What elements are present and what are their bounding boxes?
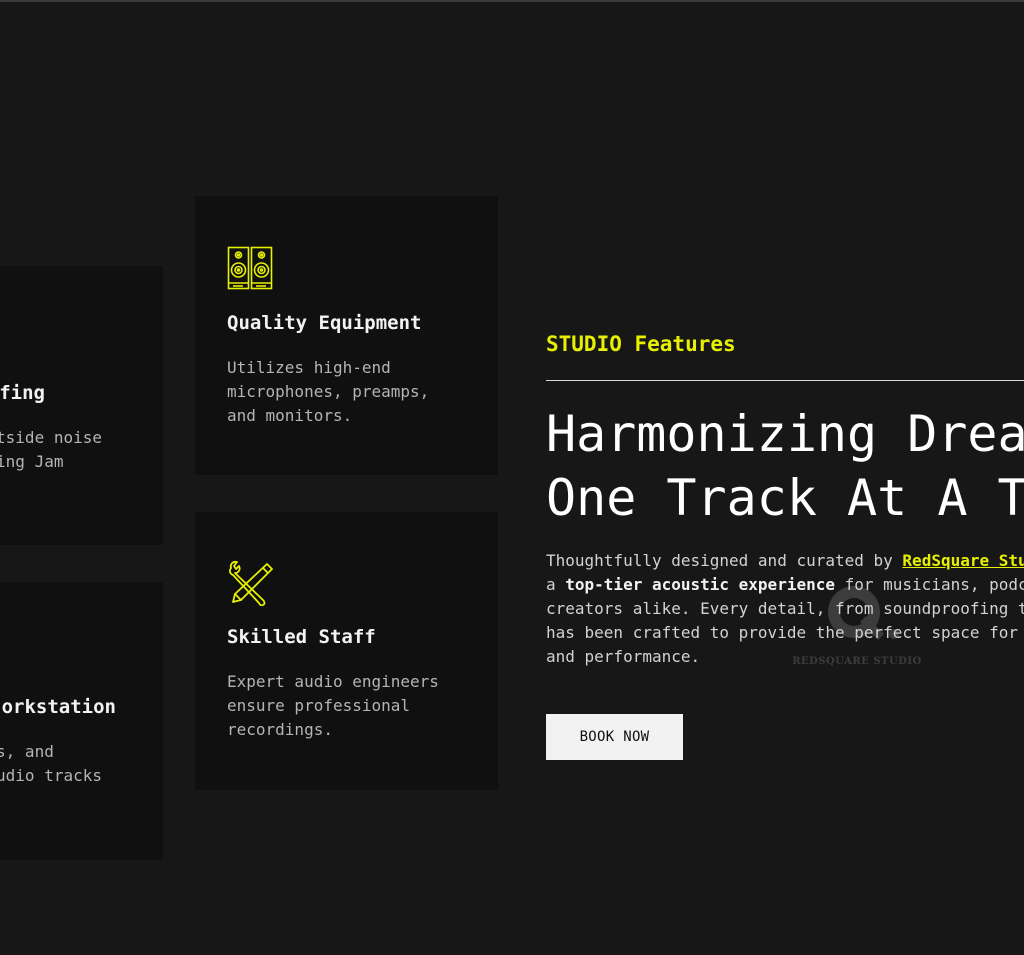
feature-desc-line: recordings. (227, 720, 333, 739)
book-now-button[interactable]: BOOK NOW (546, 714, 683, 760)
section-divider (546, 380, 1024, 381)
section-eyebrow: STUDIO Features (546, 332, 736, 356)
body-line: a top-tier acoustic experience for music… (546, 573, 1024, 597)
section-body: Thoughtfully designed and curated by Red… (546, 549, 1024, 669)
feature-desc-line: s, and (0, 742, 54, 761)
feature-card-title: Quality Equipment (227, 312, 422, 334)
feature-desc-line: Expert audio engineers (227, 672, 439, 691)
feature-desc-line: ing Jam (0, 452, 64, 471)
body-text-segment: Thoughtfully designed and curated by (546, 551, 903, 570)
feature-card-desc: s, and udio tracks (0, 740, 102, 788)
top-border (0, 0, 1024, 2)
feature-desc-line: tside noise (0, 428, 102, 447)
feature-card-desc: Expert audio engineers ensure profession… (227, 670, 467, 742)
body-text-segment: for musicians, podcasters and (844, 575, 1024, 594)
feature-desc-line: ensure professional (227, 696, 411, 715)
feature-card-title: ofing (0, 382, 45, 404)
body-line: creators alike. Every detail, from sound… (546, 599, 1024, 618)
feature-card-soundproofing: ofing tside noise ing Jam (0, 266, 163, 545)
feature-card-workstation: orkstation s, and udio tracks (0, 582, 163, 860)
feature-desc-line: Utilizes high-end (227, 358, 391, 377)
feature-card-skilled-staff: Skilled Staff Expert audio engineers ens… (195, 512, 498, 790)
feature-card-title: orkstation (1, 696, 116, 718)
speakers-icon (227, 246, 275, 292)
body-line: and performance. (546, 647, 701, 666)
body-line: Thoughtfully designed and curated by Red… (546, 549, 1024, 573)
feature-card-desc: Utilizes high-end microphones, preamps, … (227, 356, 467, 428)
heading-line: One Track At A Time (546, 469, 1024, 527)
tools-icon (227, 560, 275, 607)
feature-desc-line: udio tracks (0, 766, 102, 785)
studio-link[interactable]: RedSquare Studio (902, 551, 1024, 570)
feature-card-quality-equipment: Quality Equipment Utilizes high-end micr… (195, 196, 498, 475)
feature-desc-line: and monitors. (227, 406, 353, 425)
section-heading: Harmonizing Dreams, One Track At A Time (546, 402, 1024, 530)
body-text-segment: a (546, 575, 566, 594)
feature-desc-line: microphones, preamps, (227, 382, 430, 401)
body-strong: top-tier acoustic experience (565, 575, 835, 594)
page: ofing tside noise ing Jam orkstation s, … (0, 0, 1024, 955)
feature-card-desc: tside noise ing Jam (0, 426, 102, 474)
feature-card-title: Skilled Staff (227, 626, 376, 648)
heading-line: Harmonizing Dreams, (546, 405, 1024, 463)
body-line: has been crafted to provide the perfect … (546, 623, 1024, 642)
